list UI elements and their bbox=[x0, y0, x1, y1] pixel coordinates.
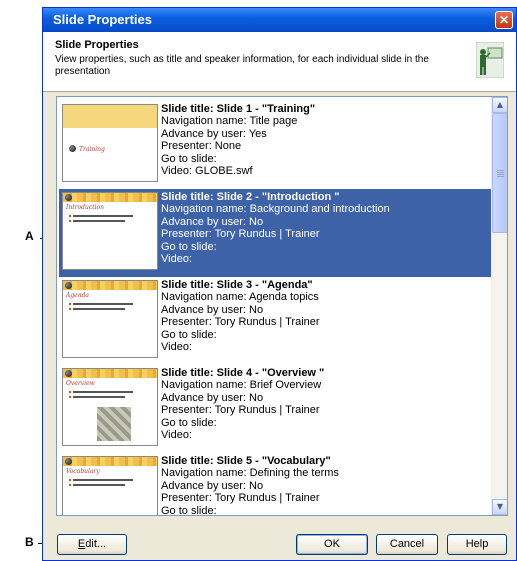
slide-title: Slide title: Slide 4 - "Overview " bbox=[161, 367, 325, 379]
title-bar: Slide Properties ✕ bbox=[43, 8, 516, 32]
slide-goto: Go to slide: bbox=[161, 504, 217, 516]
slide-details: Slide title: Slide 1 - "Training" Navigat… bbox=[161, 103, 315, 177]
scroll-thumb[interactable] bbox=[492, 113, 507, 233]
callout-label-b: B bbox=[25, 535, 34, 549]
slide-details: Slide title: Slide 4 - "Overview " Naviga… bbox=[161, 367, 324, 441]
slide-goto: Go to slide: bbox=[161, 152, 217, 165]
slide-row[interactable]: Overview Slide title: Slide 4 - "Overview… bbox=[59, 365, 491, 453]
slide-title: Slide title: Slide 3 - "Agenda" bbox=[161, 279, 313, 291]
slide-list[interactable]: Training Slide title: Slide 1 - "Training… bbox=[56, 96, 508, 516]
slide-thumbnail: Overview bbox=[62, 368, 158, 446]
thumbnail-title: Vocabulary bbox=[66, 468, 100, 475]
thumbnail-title: Overview bbox=[66, 380, 95, 387]
slide-video: Video: bbox=[161, 429, 192, 442]
ok-button[interactable]: OK bbox=[296, 534, 368, 555]
slide-goto: Go to slide: bbox=[161, 416, 217, 429]
slide-advance: Advance by user: Yes bbox=[161, 127, 267, 140]
callout-label-a: A bbox=[25, 229, 34, 243]
slide-nav: Navigation name: Agenda topics bbox=[161, 291, 319, 304]
thumbnail-title: Introduction bbox=[66, 204, 104, 211]
dialog-title: Slide Properties bbox=[53, 12, 152, 27]
slide-advance: Advance by user: No bbox=[161, 479, 264, 492]
slide-details: Slide title: Slide 5 - "Vocabulary" Navig… bbox=[161, 455, 339, 516]
slide-advance: Advance by user: No bbox=[161, 391, 264, 404]
slide-nav: Navigation name: Brief Overview bbox=[161, 379, 322, 392]
slide-title: Slide title: Slide 5 - "Vocabulary" bbox=[161, 455, 331, 467]
close-button[interactable]: ✕ bbox=[495, 11, 513, 29]
slide-properties-dialog: Slide Properties ✕ Slide Properties View… bbox=[42, 7, 517, 561]
slide-details: Slide title: Slide 2 - "Introduction " Na… bbox=[161, 191, 390, 265]
slide-presenter: Presenter: Tory Rundus | Trainer bbox=[161, 404, 320, 417]
slide-presenter: Presenter: None bbox=[161, 140, 242, 153]
slide-thumbnail: Training bbox=[62, 104, 158, 182]
slide-video: Video: bbox=[161, 341, 192, 354]
close-icon: ✕ bbox=[498, 13, 510, 27]
slide-row[interactable]: Training Slide title: Slide 1 - "Training… bbox=[59, 101, 491, 189]
help-label: Help bbox=[465, 538, 489, 550]
slide-presenter: Presenter: Tory Rundus | Trainer bbox=[161, 316, 320, 329]
slide-video: Video: GLOBE.swf bbox=[161, 165, 253, 178]
help-button[interactable]: Help bbox=[447, 534, 507, 555]
slide-video: Video: bbox=[161, 253, 192, 266]
ok-label: OK bbox=[324, 538, 340, 550]
slide-nav: Navigation name: Defining the terms bbox=[161, 467, 339, 480]
scroll-down-icon[interactable]: ▼ bbox=[492, 499, 507, 515]
slide-advance: Advance by user: No bbox=[161, 215, 264, 228]
slide-presenter: Presenter: Tory Rundus | Trainer bbox=[161, 228, 320, 241]
slide-presenter: Presenter: Tory Rundus | Trainer bbox=[161, 492, 320, 505]
cancel-button[interactable]: Cancel bbox=[376, 534, 438, 555]
slide-details: Slide title: Slide 3 - "Agenda" Navigatio… bbox=[161, 279, 320, 353]
slide-advance: Advance by user: No bbox=[161, 303, 264, 316]
slide-goto: Go to slide: bbox=[161, 240, 217, 253]
slide-thumbnail: Vocabulary bbox=[62, 456, 158, 515]
header-description: View properties, such as title and speak… bbox=[55, 54, 429, 77]
slide-row[interactable]: Vocabulary Slide title: Slide 5 - "Vocabu… bbox=[59, 453, 491, 516]
slide-thumbnail: Agenda bbox=[62, 280, 158, 358]
slide-thumbnail: Introduction bbox=[62, 192, 158, 270]
cancel-label: Cancel bbox=[389, 538, 425, 550]
edit-button[interactable]: Edit... bbox=[57, 534, 127, 555]
vertical-scrollbar[interactable]: ▲ ▼ bbox=[491, 97, 507, 515]
header-title: Slide Properties bbox=[55, 39, 139, 51]
slide-row[interactable]: Agenda Slide title: Slide 3 - "Agenda" Nav… bbox=[59, 277, 491, 365]
slide-nav: Navigation name: Title page bbox=[161, 115, 298, 128]
slide-goto: Go to slide: bbox=[161, 328, 217, 341]
edit-label: dit... bbox=[85, 538, 107, 550]
scroll-up-icon[interactable]: ▲ bbox=[492, 97, 507, 113]
slide-title: Slide title: Slide 1 - "Training" bbox=[161, 103, 316, 115]
thumbnail-title: Agenda bbox=[66, 292, 90, 299]
presenter-icon bbox=[476, 42, 504, 78]
slide-row[interactable]: Introduction Slide title: Slide 2 - "Intr… bbox=[59, 189, 491, 277]
dialog-header: Slide Properties View properties, such a… bbox=[43, 32, 516, 92]
thumbnail-title: Training bbox=[79, 146, 105, 153]
slide-title: Slide title: Slide 2 - "Introduction " bbox=[161, 191, 340, 203]
slide-nav: Navigation name: Background and introduc… bbox=[161, 203, 390, 216]
